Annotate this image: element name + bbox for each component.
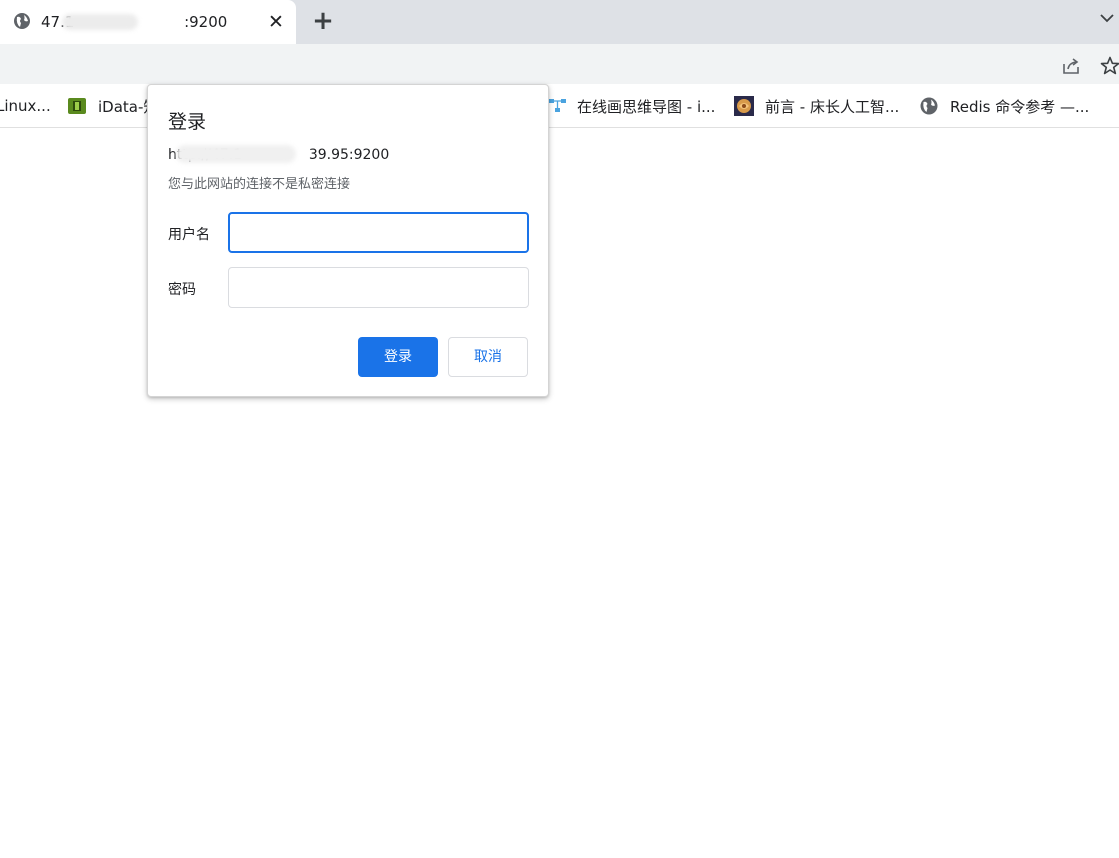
cancel-button[interactable]: 取消: [448, 337, 528, 377]
new-tab-button[interactable]: +: [310, 8, 336, 34]
bookmark-label: Linux...: [0, 97, 51, 115]
username-label: 用户名: [168, 227, 210, 243]
bookmark-label: 在线画思维导图 - i...: [577, 97, 716, 116]
bookmark-linux[interactable]: Linux...: [0, 84, 51, 128]
bookmark-redis[interactable]: Redis 命令参考 —...: [919, 84, 1089, 128]
login-button[interactable]: 登录: [358, 337, 438, 377]
tab-strip: 47.1 :9200 ✕ +: [0, 0, 1119, 44]
brain-icon: [734, 96, 754, 116]
redaction-blur: [62, 14, 138, 30]
globe-icon: [920, 97, 938, 115]
bookmark-label: Redis 命令参考 —...: [950, 97, 1090, 116]
bookmark-star-icon[interactable]: [1099, 55, 1119, 77]
sign-in-dialog: 登录 http://47.1 39.95:9200 您与此网站的连接不是私密连接…: [147, 84, 549, 397]
dialog-title: 登录: [168, 111, 207, 133]
password-label: 密码: [168, 282, 196, 298]
bookmark-idata[interactable]: iData-知: [67, 84, 158, 128]
connection-warning: 您与此网站的连接不是私密连接: [168, 177, 351, 192]
chevron-down-icon[interactable]: [1097, 8, 1117, 28]
bookmark-ai-tutorial[interactable]: 前言 - 床长人工智...: [734, 84, 899, 128]
browser-toolbar: [0, 44, 1119, 84]
bookmark-mindmap[interactable]: 在线画思维导图 - i...: [548, 84, 715, 128]
redaction-blur: [176, 145, 296, 163]
active-tab[interactable]: 47.1 :9200 ✕: [0, 0, 296, 44]
share-icon[interactable]: [1060, 55, 1082, 77]
mindmap-icon: [549, 99, 566, 112]
globe-icon: [14, 13, 30, 29]
bookmark-label: 前言 - 床长人工智...: [765, 97, 900, 116]
username-field[interactable]: [228, 212, 529, 253]
close-tab-icon[interactable]: ✕: [265, 11, 287, 33]
idata-icon: [68, 98, 86, 114]
password-field[interactable]: [228, 267, 529, 308]
